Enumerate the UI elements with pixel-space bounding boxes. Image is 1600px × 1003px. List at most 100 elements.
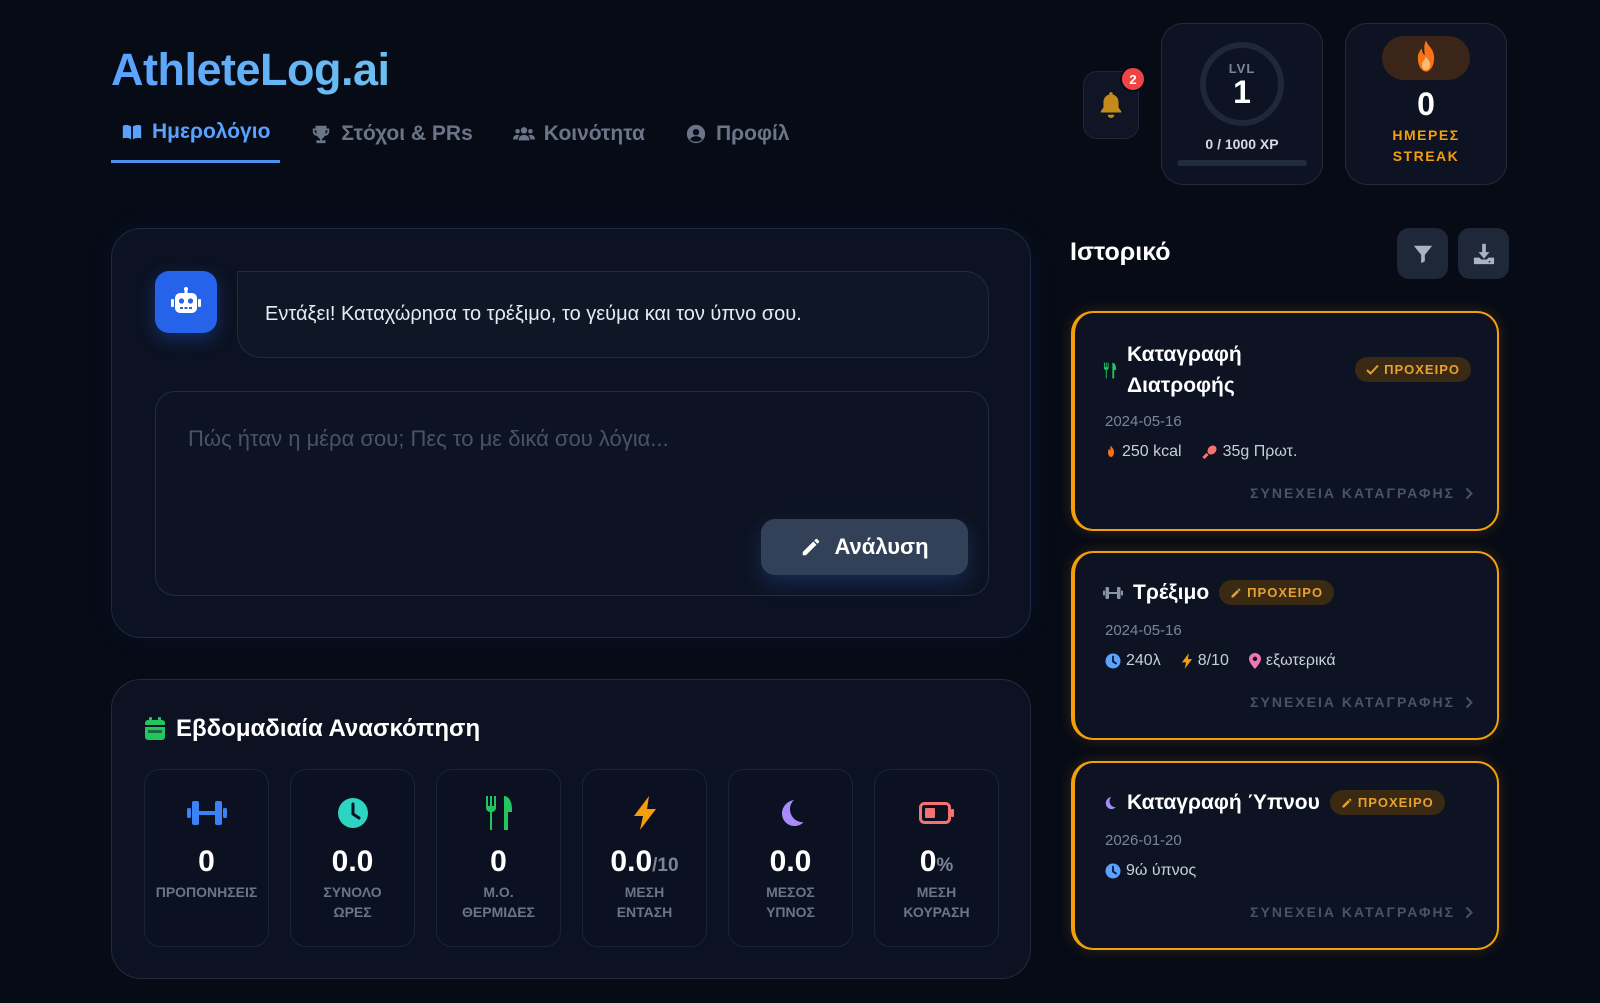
stat-tile-total-hours: 0.0 ΣΥΝΟΛΟ ΩΡΕΣ xyxy=(290,769,415,947)
stat-label-line1: Μ.Ο. xyxy=(483,884,514,900)
streak-card: 0 ΗΜΕΡΕΣ STREAK xyxy=(1345,23,1507,185)
main-nav: Ημερολόγιο Στόχοι & PRs Κοινότητα Προφίλ xyxy=(111,114,819,163)
stat-label-line1: ΜΕΣΗ xyxy=(916,884,957,900)
meta-text: 35g Πρωτ. xyxy=(1222,443,1298,460)
utensils-icon xyxy=(1103,362,1117,378)
card-meta: 9ώ ύπνος xyxy=(1105,862,1196,880)
pencil-icon xyxy=(1231,588,1241,597)
bot-avatar xyxy=(155,271,217,333)
xp-text: 0 / 1000 XP xyxy=(1205,136,1279,152)
streak-label: ΗΜΕΡΕΣ STREAK xyxy=(1392,125,1459,167)
card-date: 2024-05-16 xyxy=(1105,622,1182,639)
app-logo: AthleteLog.ai xyxy=(111,44,390,95)
stat-label-line2: ΕΝΤΑΣΗ xyxy=(616,904,673,920)
stat-label: ΜΕΣΗ ΕΝΤΑΣΗ xyxy=(617,882,673,922)
draft-badge: ΠΡΟΧΕΙΡΟ xyxy=(1329,790,1445,815)
stat-number: 0.0 xyxy=(769,845,812,878)
streak-label-line2: STREAK xyxy=(1392,148,1460,164)
stat-number: 0.0 xyxy=(610,845,653,878)
users-icon xyxy=(512,126,535,140)
history-card-running[interactable]: Τρέξιμο ΠΡΟΧΕΙΡΟ 2024-05-16 240λ 8/10 εξ… xyxy=(1071,551,1499,740)
clock-icon xyxy=(1105,863,1121,879)
continue-logging-link[interactable]: ΣΥΝΕΧΕΙΑ ΚΑΤΑΓΡΑΦΗΣ xyxy=(1250,904,1473,920)
tab-community[interactable]: Κοινότητα xyxy=(503,114,655,163)
draft-badge-label: ΠΡΟΧΕΙΡΟ xyxy=(1357,795,1434,810)
tab-profile-label: Προφίλ xyxy=(715,121,790,145)
meta-calories: 250 kcal xyxy=(1105,443,1182,461)
streak-flame-badge xyxy=(1382,36,1470,80)
bolt-icon xyxy=(632,796,658,830)
notifications-button[interactable]: 2 xyxy=(1083,66,1146,139)
draft-badge: ΠΡΟΧΕΙΡΟ xyxy=(1355,357,1471,382)
stat-label-line2: ΘΕΡΜΙΔΕΣ xyxy=(462,904,535,920)
card-header: Καταγραφή Διατροφής xyxy=(1103,339,1242,401)
stat-value: 0% xyxy=(920,845,954,879)
stat-number: 0 xyxy=(490,845,507,878)
stat-tile-avg-calories: 0 Μ.Ο. ΘΕΡΜΙΔΕΣ xyxy=(436,769,561,947)
draft-badge: ΠΡΟΧΕΙΡΟ xyxy=(1219,580,1335,605)
battery-icon xyxy=(918,796,955,830)
clock-icon xyxy=(1105,653,1121,669)
draft-badge-label: ΠΡΟΧΕΙΡΟ xyxy=(1384,362,1460,377)
tab-journal-label: Ημερολόγιο xyxy=(152,120,271,143)
meta-duration: 240λ xyxy=(1105,652,1161,670)
filter-button[interactable] xyxy=(1397,228,1448,279)
card-title: Τρέξιμο xyxy=(1133,581,1210,604)
trophy-icon xyxy=(313,125,330,143)
stat-tile-avg-sleep: 0.0 ΜΕΣΟΣ ΥΠΝΟΣ xyxy=(728,769,853,947)
card-meta: 240λ 8/10 εξωτερικά xyxy=(1105,652,1336,670)
history-card-sleep[interactable]: Καταγραφή Ύπνου ΠΡΟΧΕΙΡΟ 2026-01-20 9ώ ύ… xyxy=(1071,761,1499,950)
weekly-stats: 0 ΠΡΟΠΟΝΗΣΕΙΣ 0.0 ΣΥΝΟΛΟ ΩΡΕΣ 0 Μ.Ο. ΘΕΡΜΙ… xyxy=(144,769,999,947)
stat-value: 0.0 xyxy=(770,845,812,879)
continue-logging-label: ΣΥΝΕΧΕΙΑ ΚΑΤΑΓΡΑΦΗΣ xyxy=(1250,904,1455,920)
stat-label-line1: ΠΡΟΠΟΝΗΣΕΙΣ xyxy=(155,884,258,900)
tab-community-label: Κοινότητα xyxy=(543,121,645,145)
stat-number: 0.0 xyxy=(331,845,374,878)
robot-icon xyxy=(171,287,201,313)
meta-text: 250 kcal xyxy=(1122,443,1182,460)
continue-logging-link[interactable]: ΣΥΝΕΧΕΙΑ ΚΑΤΑΓΡΑΦΗΣ xyxy=(1250,694,1473,710)
calendar-icon xyxy=(145,717,165,740)
continue-logging-label: ΣΥΝΕΧΕΙΑ ΚΑΤΑΓΡΑΦΗΣ xyxy=(1250,694,1455,710)
history-title: Ιστορικό xyxy=(1070,238,1171,266)
level-card: LVL 1 0 / 1000 XP xyxy=(1161,23,1323,185)
level-ring: LVL 1 xyxy=(1200,42,1284,126)
drumstick-icon xyxy=(1201,445,1217,460)
book-icon xyxy=(122,124,142,140)
streak-label-line1: ΗΜΕΡΕΣ xyxy=(1392,127,1460,143)
meta-text: 9ώ ύπνος xyxy=(1126,862,1197,879)
stat-label-line1: ΜΕΣΗ xyxy=(624,884,665,900)
stat-number: 0 xyxy=(198,845,215,878)
level-value: 1 xyxy=(1233,73,1251,110)
bell-icon xyxy=(1100,92,1122,118)
analyze-button-label: Ανάλυση xyxy=(834,534,929,559)
continue-logging-link[interactable]: ΣΥΝΕΧΕΙΑ ΚΑΤΑΓΡΑΦΗΣ xyxy=(1250,485,1473,501)
filter-icon xyxy=(1413,245,1432,263)
clock-icon xyxy=(337,796,369,830)
history-card-nutrition[interactable]: Καταγραφή Διατροφής ΠΡΟΧΕΙΡΟ 2024-05-16 … xyxy=(1071,311,1499,531)
moon-icon xyxy=(1105,796,1116,809)
moon-icon xyxy=(776,796,806,830)
tab-journal[interactable]: Ημερολόγιο xyxy=(111,114,281,163)
tab-profile[interactable]: Προφίλ xyxy=(675,114,800,163)
meta-text: 8/10 xyxy=(1197,652,1229,669)
stat-label: ΠΡΟΠΟΝΗΣΕΙΣ xyxy=(156,882,258,902)
stat-label: Μ.Ο. ΘΕΡΜΙΔΕΣ xyxy=(462,882,535,922)
stat-value: 0.0 xyxy=(332,845,374,879)
location-pin-icon xyxy=(1248,653,1261,669)
dumbbell-icon xyxy=(186,796,227,830)
download-icon xyxy=(1473,243,1494,264)
bot-message: Εντάξει! Καταχώρησα το τρέξιμο, το γεύμα… xyxy=(237,271,989,358)
card-header: Τρέξιμο ΠΡΟΧΕΙΡΟ xyxy=(1103,577,1335,608)
analyze-button[interactable]: Ανάλυση xyxy=(761,519,968,575)
stat-label: ΜΕΣΗ ΚΟΥΡΑΣΗ xyxy=(903,882,969,922)
notification-count-badge: 2 xyxy=(1120,66,1146,92)
xp-progress-bar xyxy=(1177,160,1307,166)
pencil-icon xyxy=(1342,798,1352,807)
journal-input-box: Ανάλυση xyxy=(155,391,989,596)
meta-location: εξωτερικά xyxy=(1248,652,1336,670)
stat-tile-workouts: 0 ΠΡΟΠΟΝΗΣΕΙΣ xyxy=(144,769,269,947)
download-button[interactable] xyxy=(1458,228,1509,279)
fire-icon xyxy=(1108,445,1114,457)
tab-goals[interactable]: Στόχοι & PRs xyxy=(300,114,482,163)
